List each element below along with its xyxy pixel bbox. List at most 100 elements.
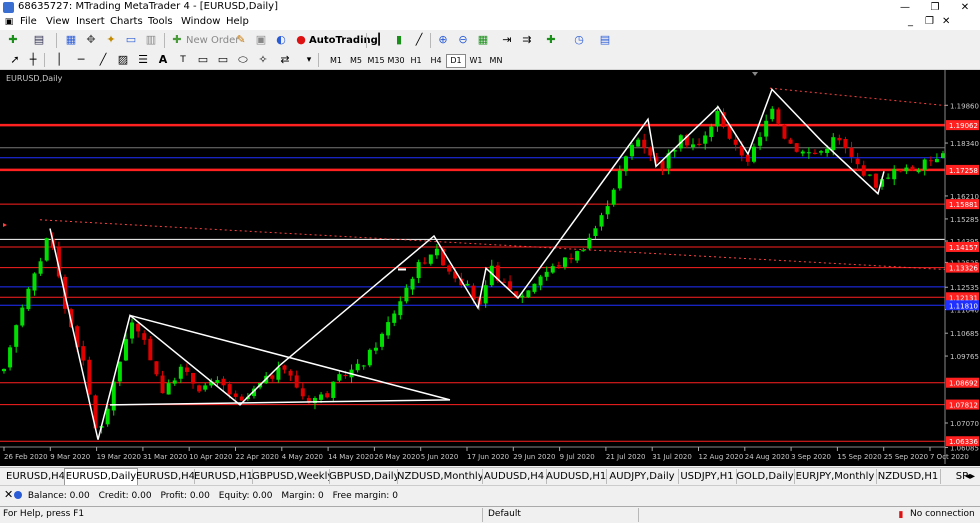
menu-tools[interactable]: Tools bbox=[148, 16, 173, 27]
chart-shift-marker[interactable] bbox=[752, 72, 758, 76]
chart-window[interactable]: EURUSD,Daily 1.19860 1.18340 1.16210 1.1528… bbox=[0, 70, 980, 466]
maximize-button[interactable]: ❐ bbox=[920, 0, 950, 15]
chart-tab[interactable]: EURUSD,H4 bbox=[136, 469, 195, 484]
cursor-icon[interactable]: ➚ bbox=[8, 53, 22, 67]
toolbar-dropdown-icon[interactable]: ▾ bbox=[302, 53, 316, 67]
menu-charts[interactable]: Charts bbox=[110, 16, 143, 27]
zoom-out-icon[interactable]: ⊖ bbox=[456, 33, 470, 47]
chart-tab[interactable]: EURUSD,H1 bbox=[194, 469, 253, 484]
price-chart[interactable]: EURUSD,Daily 1.198601.183401.162101.1528… bbox=[0, 70, 980, 466]
candle-body bbox=[367, 349, 372, 366]
candle-body bbox=[587, 237, 592, 249]
metaeditor-icon[interactable]: ✎ bbox=[234, 33, 248, 47]
minimize-button[interactable]: — bbox=[890, 0, 920, 15]
menu-window[interactable]: Window bbox=[181, 16, 220, 27]
autoscroll-icon[interactable]: ⇉ bbox=[520, 33, 534, 47]
candle-body bbox=[800, 151, 805, 154]
dotted-trendline[interactable] bbox=[39, 219, 946, 270]
line-chart-icon[interactable]: ╱ bbox=[412, 33, 426, 47]
options-icon[interactable]: ▣ bbox=[254, 33, 268, 47]
arrows-menu-icon[interactable]: ⇄ bbox=[278, 53, 292, 67]
chart-tab[interactable]: GOLD,Daily bbox=[736, 469, 795, 484]
chart-tab[interactable]: AUDUSD,H1 bbox=[546, 469, 607, 484]
chart-tab[interactable]: GBPUSD,Daily bbox=[329, 469, 398, 484]
chart-tab[interactable]: AUDUSD,H4 bbox=[482, 469, 547, 484]
new-chart-icon[interactable]: ✚ bbox=[6, 33, 20, 47]
chart-tab[interactable]: NZDUSD,Monthly bbox=[397, 469, 483, 484]
zoom-in-icon[interactable]: ⊕ bbox=[436, 33, 450, 47]
terminal-close-icon[interactable]: ✕ bbox=[4, 488, 13, 501]
new-order-icon[interactable]: ✚ bbox=[170, 33, 184, 47]
timeframe-mn[interactable]: MN bbox=[486, 54, 506, 68]
candle-body bbox=[849, 147, 854, 157]
arrow-icon[interactable]: ✧ bbox=[256, 53, 270, 67]
chart-tab[interactable]: EURJPY,Monthly bbox=[794, 469, 877, 484]
terminal-icon[interactable]: ▭ bbox=[124, 33, 138, 47]
chart-tab[interactable]: USDJPY,H1 bbox=[678, 469, 737, 484]
triangle-upper-line[interactable] bbox=[129, 314, 451, 401]
status-help-text: For Help, press F1 bbox=[3, 509, 85, 519]
timeframe-m5[interactable]: M5 bbox=[346, 54, 366, 68]
dotted-trendline-top[interactable] bbox=[769, 87, 946, 107]
candle-body bbox=[148, 338, 153, 361]
autotrading-button[interactable]: AutoTrading bbox=[309, 35, 378, 46]
child-restore-button[interactable]: ❐ bbox=[925, 16, 934, 27]
chart-tab[interactable]: AUDJPY,Daily bbox=[606, 469, 679, 484]
timeframe-h4[interactable]: H4 bbox=[426, 54, 446, 68]
timeframe-h1[interactable]: H1 bbox=[406, 54, 426, 68]
timeframe-m15[interactable]: M15 bbox=[366, 54, 386, 68]
candlestick-icon[interactable]: ▮ bbox=[392, 33, 406, 47]
horizontal-line-icon[interactable]: ─ bbox=[74, 53, 88, 67]
equity-value: Equity: 0.00 bbox=[218, 491, 273, 501]
periods-icon[interactable]: ◷ bbox=[572, 33, 586, 47]
child-close-button[interactable]: ✕ bbox=[942, 16, 950, 27]
vertical-line-icon[interactable]: │ bbox=[52, 53, 66, 67]
new-order-button[interactable]: New Order bbox=[186, 35, 239, 46]
timeframe-w1[interactable]: W1 bbox=[466, 54, 486, 68]
chart-shift-icon[interactable]: ⇥ bbox=[500, 33, 514, 47]
ellipse-icon[interactable]: ⬭ bbox=[236, 53, 250, 67]
chart-tab[interactable]: GBPUSD,Weekly bbox=[252, 469, 330, 484]
navigator-icon[interactable]: ✦ bbox=[104, 33, 118, 47]
data-window-icon[interactable]: ✥ bbox=[84, 33, 98, 47]
standard-toolbar: ✚ ▤ ▦ ✥ ✦ ▭ ▥ ✚ New Order ✎ ▣ ◐ ● AutoTr… bbox=[0, 30, 980, 52]
market-watch-icon[interactable]: ▦ bbox=[64, 33, 78, 47]
timeframe-d1[interactable]: D1 bbox=[446, 54, 466, 68]
timeframe-m1[interactable]: M1 bbox=[326, 54, 346, 68]
autotrading-icon[interactable]: ● bbox=[294, 33, 308, 47]
text-icon[interactable]: A bbox=[156, 53, 170, 67]
tabs-scroll-icon[interactable]: ◂▸ bbox=[962, 469, 978, 484]
strategy-tester-icon[interactable]: ▥ bbox=[144, 33, 158, 47]
candle-body bbox=[288, 370, 293, 376]
profiles-icon[interactable]: ▤ bbox=[32, 33, 46, 47]
menu-insert[interactable]: Insert bbox=[76, 16, 105, 27]
candle-body bbox=[172, 380, 177, 384]
chart-window-icon[interactable]: ▣ bbox=[3, 15, 15, 27]
candle-body bbox=[934, 159, 939, 163]
indicators-icon[interactable]: ✚ bbox=[544, 33, 558, 47]
menu-file[interactable]: File bbox=[20, 16, 37, 27]
trendline-icon[interactable]: ╱ bbox=[96, 53, 110, 67]
crosshair-icon[interactable]: ┼ bbox=[26, 53, 40, 67]
child-minimize-button[interactable]: _ bbox=[908, 16, 913, 27]
candle-body bbox=[715, 110, 720, 127]
rectangle-icon[interactable]: ▭ bbox=[196, 53, 210, 67]
close-button[interactable]: ✕ bbox=[950, 0, 980, 15]
candle-body bbox=[501, 281, 506, 283]
signals-icon[interactable]: ◐ bbox=[274, 33, 288, 47]
triangle-icon[interactable]: ▭ bbox=[216, 53, 230, 67]
menu-help[interactable]: Help bbox=[226, 16, 249, 27]
price-tag-label: 1.08692 bbox=[949, 380, 978, 388]
bar-chart-icon[interactable]: ┃ bbox=[372, 33, 386, 47]
fibonacci-icon[interactable]: ☰ bbox=[136, 53, 150, 67]
text-label-icon[interactable]: T bbox=[176, 53, 190, 67]
templates-icon[interactable]: ▤ bbox=[598, 33, 612, 47]
chart-tab[interactable]: EURUSD,H4 bbox=[6, 469, 65, 484]
chart-tab[interactable]: EURUSD,Daily bbox=[64, 468, 138, 486]
menu-view[interactable]: View bbox=[46, 16, 70, 27]
tile-windows-icon[interactable]: ▦ bbox=[476, 33, 490, 47]
candle-body bbox=[843, 138, 848, 149]
chart-tab[interactable]: NZDUSD,H1 bbox=[876, 469, 941, 484]
equidistant-channel-icon[interactable]: ▨ bbox=[116, 53, 130, 67]
timeframe-m30[interactable]: M30 bbox=[386, 54, 406, 68]
